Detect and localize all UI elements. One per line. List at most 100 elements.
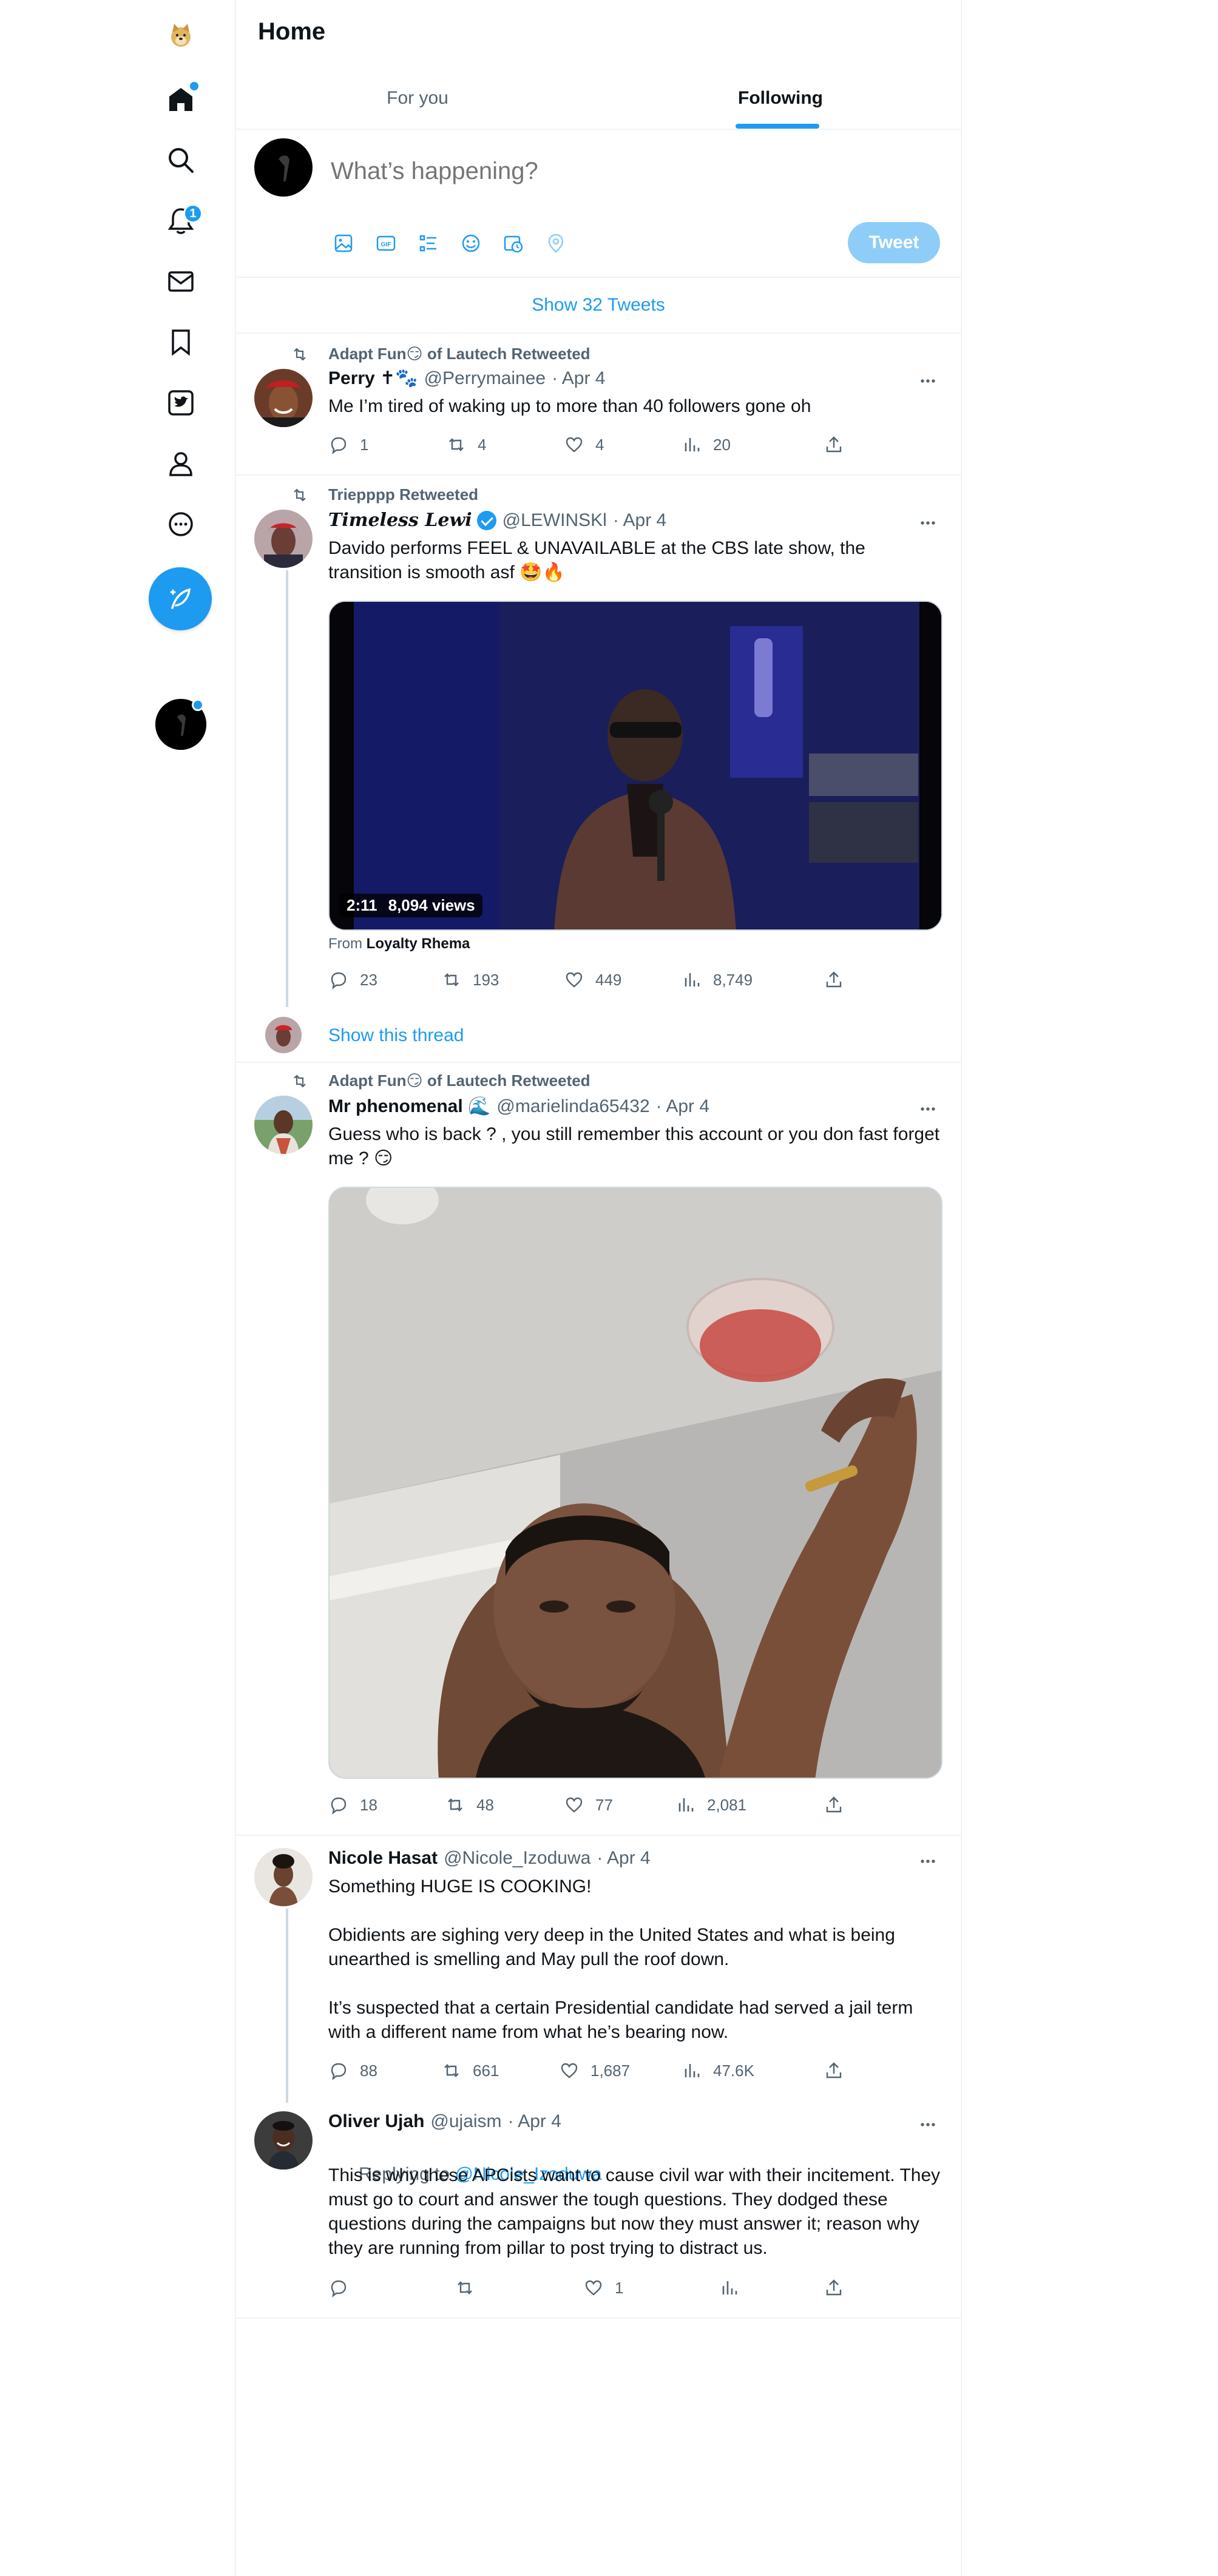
timeline-column: Home For you Following GIF Tweet Show 32… — [235, 0, 962, 2576]
notifications-badge: 1 — [183, 204, 203, 223]
tweet-button[interactable]: Tweet — [848, 222, 940, 263]
compose-input[interactable] — [331, 158, 877, 185]
reply-button[interactable] — [328, 2278, 360, 2298]
tweet-actions: 23 193 449 8,749 — [328, 969, 875, 996]
tweet-date[interactable]: · Apr 4 — [597, 1848, 650, 1869]
avatar[interactable] — [254, 510, 313, 568]
author-handle[interactable]: @LEWINSKl — [502, 510, 607, 531]
tweet-date[interactable]: · Apr 4 — [656, 1096, 709, 1117]
home-icon[interactable] — [151, 69, 211, 130]
more-options-icon[interactable] — [916, 369, 940, 393]
compose-tweet-button[interactable] — [149, 567, 212, 630]
views-button[interactable]: 8,749 — [682, 969, 753, 990]
author-handle[interactable]: @marielinda65432 — [496, 1096, 649, 1117]
gif-icon[interactable]: GIF — [373, 231, 399, 256]
logo-icon[interactable] — [151, 5, 211, 66]
like-button[interactable]: 449 — [564, 969, 621, 990]
more-options-icon[interactable] — [916, 1849, 940, 1873]
avatar[interactable] — [254, 1848, 313, 1906]
views-button[interactable]: 2,081 — [675, 1795, 746, 1815]
tweet-text: Guess who is back ? , you still remember… — [328, 1124, 945, 1168]
share-button[interactable] — [824, 434, 844, 455]
show-new-tweets[interactable]: Show 32 Tweets — [236, 278, 961, 332]
bookmarks-icon[interactable] — [151, 312, 211, 373]
views-icon — [722, 2281, 737, 2294]
image-icon[interactable] — [331, 231, 356, 256]
tweet-photo[interactable] — [328, 1187, 942, 1779]
retweet-icon — [458, 2281, 472, 2294]
reply-icon — [331, 1797, 347, 1815]
share-button[interactable] — [824, 1795, 844, 1815]
tab-for-you[interactable]: For you — [236, 67, 599, 130]
tab-following[interactable]: Following — [599, 67, 962, 130]
avatar[interactable] — [254, 2111, 313, 2170]
retweet-context: Adapt Fun😏 of Lautech Retweeted — [294, 345, 590, 363]
retweet-button[interactable]: 661 — [441, 2060, 499, 2081]
video-source-name[interactable]: Loyalty Rhema — [367, 936, 470, 952]
tweet-date[interactable]: · Apr 4 — [508, 2111, 561, 2132]
retweet-small-icon — [294, 488, 306, 502]
like-button[interactable]: 1 — [583, 2278, 623, 2298]
notifications-icon[interactable]: 1 — [151, 191, 211, 251]
messages-icon[interactable] — [151, 251, 211, 312]
reply-button[interactable]: 1 — [328, 434, 368, 455]
avatar[interactable] — [254, 1096, 313, 1154]
verified-badge-icon — [476, 510, 496, 530]
share-button[interactable] — [824, 2278, 844, 2298]
retweet-button[interactable] — [455, 2278, 486, 2298]
author-handle[interactable]: @Perrymainee — [424, 368, 546, 389]
views-icon — [678, 1798, 694, 1812]
retweet-icon — [448, 1798, 462, 1812]
more-icon[interactable] — [151, 494, 211, 555]
like-button[interactable]: 4 — [564, 434, 604, 455]
share-icon — [826, 2279, 842, 2296]
heart-icon — [585, 2280, 602, 2296]
reply-icon — [331, 2063, 347, 2080]
schedule-icon[interactable] — [501, 231, 526, 256]
left-nav: 1 — [0, 0, 235, 2576]
reply-button[interactable]: 18 — [328, 1795, 377, 1815]
share-button[interactable] — [824, 969, 844, 990]
video-source: From Loyalty Rhema — [328, 936, 470, 952]
profile-icon[interactable] — [151, 433, 211, 494]
author-name[interactable]: Nicole Hasat — [328, 1848, 438, 1869]
like-button[interactable]: 1,687 — [559, 2060, 630, 2081]
tweet-date[interactable]: · Apr 4 — [613, 510, 666, 531]
like-button[interactable]: 77 — [564, 1795, 613, 1815]
search-icon[interactable] — [151, 130, 211, 191]
author-name[interactable]: 𝑻𝒊𝒎𝒆𝒍𝒆𝒔𝒔 𝑳𝒆𝒘𝒊 — [328, 510, 472, 531]
poll-icon[interactable] — [416, 231, 441, 256]
retweet-button[interactable]: 193 — [441, 969, 499, 990]
account-avatar[interactable] — [155, 699, 206, 750]
avatar[interactable] — [254, 369, 313, 427]
retweet-button[interactable]: 4 — [446, 434, 486, 455]
views-button[interactable]: 20 — [682, 434, 731, 455]
reply-button[interactable]: 23 — [328, 969, 377, 990]
views-button[interactable] — [719, 2278, 751, 2298]
tweet-text: Davido performs FEEL & UNAVAILABLE at th… — [328, 538, 871, 582]
author-name[interactable]: Perry ✝🐾 — [328, 368, 418, 389]
video-player[interactable]: 2:11 8,094 views — [328, 601, 942, 931]
more-options-icon[interactable] — [916, 2112, 940, 2137]
share-button[interactable] — [824, 2060, 844, 2081]
retweet-context: Triepppp Retweeted — [294, 485, 478, 504]
more-options-icon[interactable] — [916, 511, 940, 535]
more-options-icon[interactable] — [916, 1097, 940, 1121]
reply-icon — [331, 437, 347, 454]
emoji-icon[interactable] — [458, 231, 484, 256]
location-icon[interactable] — [543, 231, 569, 256]
thread-avatar[interactable] — [265, 1017, 302, 1053]
author-name[interactable]: Mr phenomenal 🌊 — [328, 1096, 490, 1117]
show-thread-link[interactable]: Show this thread — [328, 1023, 941, 1048]
author-handle[interactable]: @ujaism — [430, 2111, 501, 2132]
tweet-date[interactable]: · Apr 4 — [552, 368, 605, 389]
heart-icon — [566, 972, 583, 988]
author-handle[interactable]: @Nicole_Izoduwa — [444, 1848, 590, 1869]
video-thumbnail — [330, 602, 941, 929]
views-button[interactable]: 47.6K — [682, 2060, 754, 2081]
retweet-button[interactable]: 48 — [445, 1795, 494, 1815]
reply-button[interactable]: 88 — [328, 2060, 377, 2081]
twitter-blue-icon[interactable] — [151, 373, 211, 433]
tweet-text: This is why these APCists want to cause … — [328, 2165, 946, 2258]
author-name[interactable]: Oliver Ujah — [328, 2111, 424, 2132]
